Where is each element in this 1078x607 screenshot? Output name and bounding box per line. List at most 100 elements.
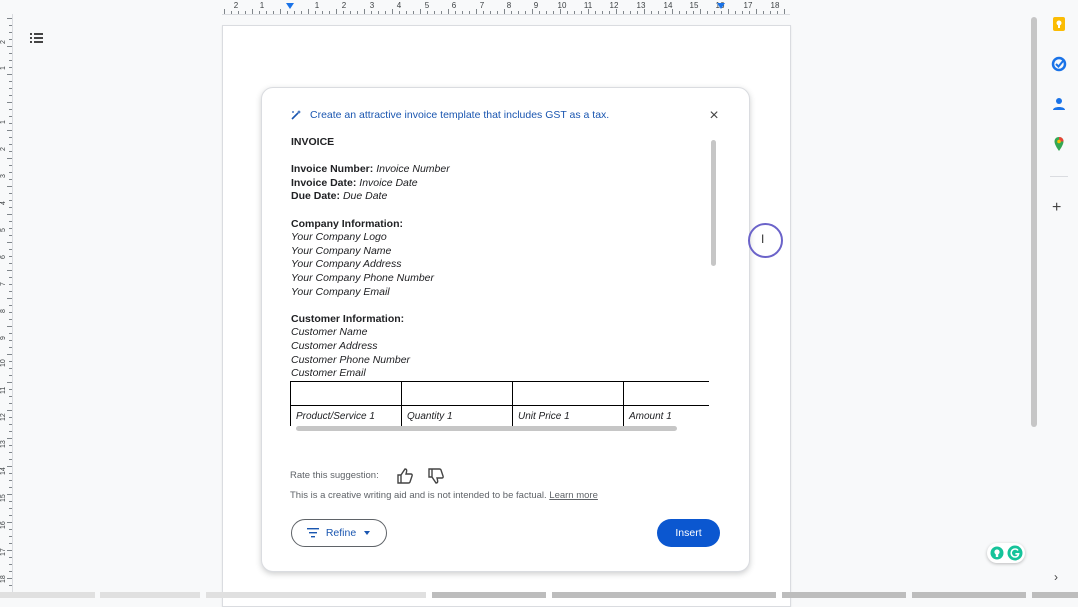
ruler-tick bbox=[9, 263, 12, 264]
insert-button[interactable]: Insert bbox=[657, 519, 720, 547]
ruler-tick bbox=[546, 11, 547, 14]
ruler-tick bbox=[630, 11, 631, 14]
ruler-tick bbox=[553, 11, 554, 14]
chevron-right-icon[interactable]: › bbox=[1054, 570, 1058, 584]
refine-button[interactable]: Refine bbox=[291, 519, 387, 547]
ruler-tick bbox=[9, 557, 12, 558]
content-vertical-scrollbar[interactable] bbox=[711, 140, 716, 266]
customer-line: Customer Email bbox=[291, 367, 366, 380]
ruler-tick bbox=[7, 130, 12, 131]
ruler-tick bbox=[9, 284, 12, 285]
ruler-tick bbox=[9, 459, 12, 460]
pen-sparkle-icon bbox=[291, 110, 301, 120]
ruler-tick bbox=[770, 11, 771, 14]
dropdown-arrow-icon bbox=[364, 530, 371, 535]
grammarly-widget[interactable] bbox=[987, 543, 1025, 563]
document-outline-icon[interactable] bbox=[30, 31, 44, 45]
bottom-strip-segment bbox=[912, 592, 1026, 598]
ruler-number: 13 bbox=[0, 440, 7, 448]
close-icon[interactable]: × bbox=[706, 108, 722, 124]
learn-more-link[interactable]: Learn more bbox=[549, 490, 598, 501]
text-cursor-icon: I bbox=[761, 232, 765, 246]
tasks-icon[interactable] bbox=[1051, 56, 1067, 72]
ruler-tick bbox=[364, 9, 365, 14]
ruler-number: 10 bbox=[557, 1, 567, 10]
ruler-tick bbox=[658, 11, 659, 14]
bottom-strip-segment bbox=[782, 592, 906, 598]
ruler-number: 16 bbox=[0, 521, 7, 529]
bottom-strip-segment bbox=[1032, 592, 1078, 598]
ruler-tick bbox=[7, 522, 12, 523]
ruler-tick bbox=[9, 585, 12, 586]
ruler-tick bbox=[700, 9, 701, 14]
ruler-tick bbox=[420, 9, 421, 14]
ruler-number: 2 bbox=[0, 147, 7, 151]
table-cell: Quantity 1 bbox=[407, 411, 453, 422]
ruler-tick bbox=[756, 9, 757, 14]
ruler-tick bbox=[7, 242, 12, 243]
ruler-number: 2 bbox=[341, 1, 347, 10]
ruler-tick bbox=[9, 424, 12, 425]
ruler-tick bbox=[9, 487, 12, 488]
right-indent-marker[interactable] bbox=[717, 3, 725, 9]
thumbs-up-icon[interactable] bbox=[396, 467, 414, 485]
ruler-tick bbox=[7, 550, 12, 551]
ruler-number: 18 bbox=[770, 1, 780, 10]
horizontal-ruler[interactable]: 2 1 1 2 3 4 5 6 7 8 9 10 11 12 13 14 15 16 17 18 bbox=[222, 0, 790, 15]
ruler-tick bbox=[7, 214, 12, 215]
contacts-icon[interactable] bbox=[1051, 96, 1067, 112]
plus-icon[interactable]: + bbox=[1052, 200, 1061, 216]
ruler-tick bbox=[406, 11, 407, 14]
company-line: Your Company Address bbox=[291, 258, 402, 271]
ruler-tick bbox=[392, 9, 393, 14]
ruler-tick bbox=[7, 494, 12, 495]
ruler-tick bbox=[7, 578, 12, 579]
bottom-strip-segment bbox=[0, 592, 95, 598]
ruler-tick bbox=[399, 11, 400, 14]
thumbs-down-icon[interactable] bbox=[427, 467, 445, 485]
bottom-strip-segment bbox=[432, 592, 546, 598]
ruler-tick bbox=[9, 571, 12, 572]
ruler-tick bbox=[9, 249, 12, 250]
ruler-tick bbox=[322, 11, 323, 14]
ruler-number: 11 bbox=[0, 386, 7, 394]
disclaimer: This is a creative writing aid and is no… bbox=[290, 490, 598, 501]
ruler-tick bbox=[7, 158, 12, 159]
ruler-tick bbox=[637, 11, 638, 14]
left-indent-marker[interactable] bbox=[286, 3, 294, 9]
ruler-tick bbox=[7, 466, 12, 467]
keep-icon[interactable] bbox=[1051, 16, 1067, 32]
vertical-ruler[interactable]: 2 1 1 2 3 4 5 6 7 8 9 10 11 12 13 14 15 16 17 18 bbox=[0, 14, 13, 598]
bottom-strip-segment bbox=[206, 592, 426, 598]
ruler-tick bbox=[539, 11, 540, 14]
invoice-number-line: Invoice Number: Invoice Number bbox=[291, 163, 450, 176]
page-vertical-scrollbar[interactable] bbox=[1031, 17, 1037, 427]
ruler-tick bbox=[224, 9, 225, 14]
maps-icon[interactable] bbox=[1051, 136, 1067, 152]
ruler-tick bbox=[9, 256, 12, 257]
ruler-tick bbox=[9, 529, 12, 530]
content-horizontal-scrollbar[interactable] bbox=[296, 426, 677, 431]
ruler-tick bbox=[574, 11, 575, 14]
filter-icon bbox=[306, 528, 319, 538]
table-cell: Unit Price 1 bbox=[518, 411, 570, 422]
ruler-tick bbox=[238, 11, 239, 14]
ruler-tick bbox=[371, 11, 372, 14]
ruler-tick bbox=[9, 81, 12, 82]
ruler-number: 14 bbox=[0, 467, 7, 475]
ruler-tick bbox=[497, 11, 498, 14]
invoice-table: Product/Service 1 Quantity 1 Unit Price … bbox=[290, 381, 709, 426]
ruler-tick bbox=[735, 11, 736, 14]
ruler-tick bbox=[623, 11, 624, 14]
ruler-number: 1 bbox=[0, 66, 7, 70]
company-line: Your Company Email bbox=[291, 285, 390, 298]
ruler-tick bbox=[9, 543, 12, 544]
ruler-tick bbox=[7, 410, 12, 411]
ruler-tick bbox=[749, 11, 750, 14]
refine-label: Refine bbox=[325, 527, 357, 539]
ruler-tick bbox=[7, 74, 12, 75]
ruler-tick bbox=[9, 228, 12, 229]
ruler-number: 5 bbox=[0, 228, 7, 232]
ruler-tick bbox=[9, 515, 12, 516]
bulb-icon bbox=[990, 546, 1003, 560]
